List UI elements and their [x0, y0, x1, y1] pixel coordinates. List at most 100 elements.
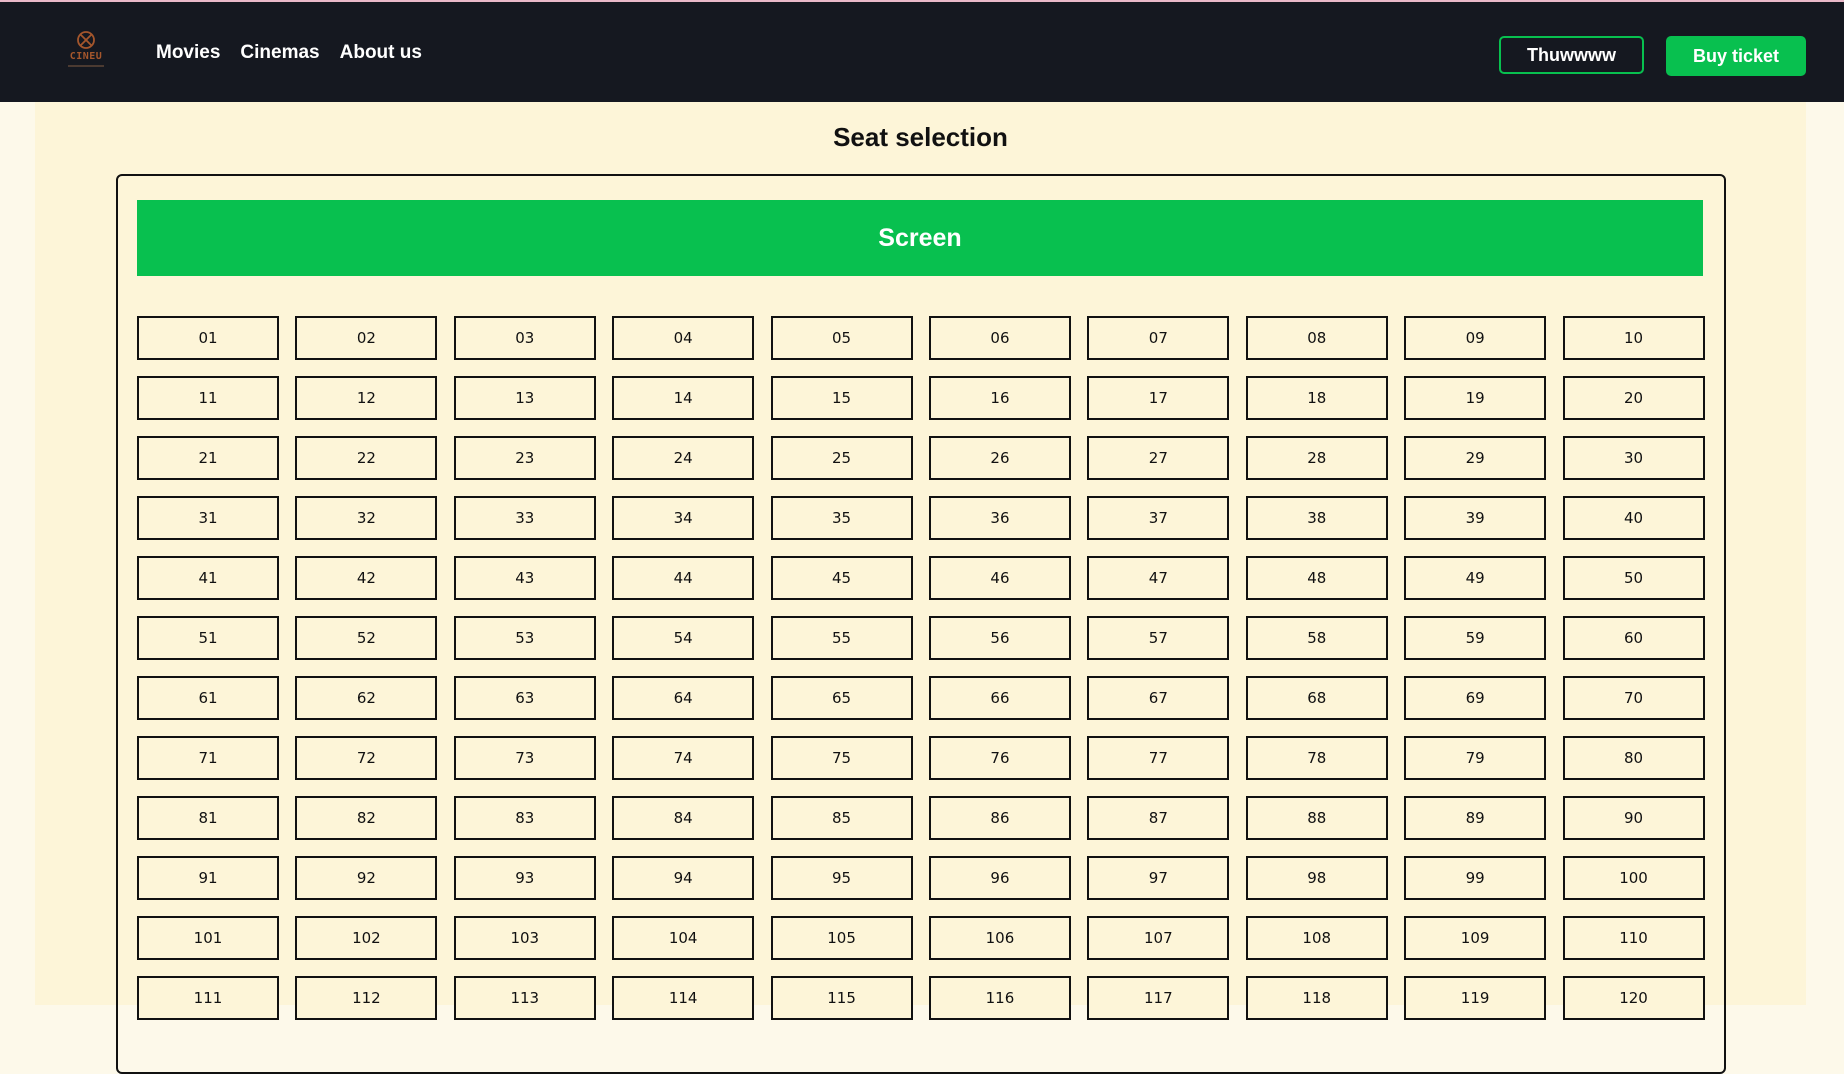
seat-button[interactable]: 19	[1404, 376, 1547, 420]
seat-button[interactable]: 115	[770, 976, 913, 1020]
seat-button[interactable]: 90	[1562, 796, 1705, 840]
seat-button[interactable]: 47	[1087, 556, 1230, 600]
seat-button[interactable]: 56	[928, 616, 1071, 660]
seat-button[interactable]: 107	[1087, 916, 1230, 960]
seat-button[interactable]: 49	[1404, 556, 1547, 600]
seat-button[interactable]: 33	[453, 496, 596, 540]
seat-button[interactable]: 28	[1245, 436, 1388, 480]
seat-button[interactable]: 27	[1087, 436, 1230, 480]
seat-button[interactable]: 101	[137, 916, 279, 960]
seat-button[interactable]: 54	[612, 616, 755, 660]
seat-button[interactable]: 58	[1245, 616, 1388, 660]
seat-button[interactable]: 52	[295, 616, 438, 660]
seat-button[interactable]: 14	[612, 376, 755, 420]
seat-button[interactable]: 67	[1087, 676, 1230, 720]
seat-button[interactable]: 46	[928, 556, 1071, 600]
seat-button[interactable]: 10	[1562, 316, 1705, 360]
seat-button[interactable]: 59	[1404, 616, 1547, 660]
seat-button[interactable]: 30	[1562, 436, 1705, 480]
seat-button[interactable]: 53	[453, 616, 596, 660]
seat-button[interactable]: 94	[612, 856, 755, 900]
seat-button[interactable]: 23	[453, 436, 596, 480]
seat-button[interactable]: 108	[1245, 916, 1388, 960]
seat-button[interactable]: 66	[928, 676, 1071, 720]
seat-button[interactable]: 114	[612, 976, 755, 1020]
seat-button[interactable]: 35	[770, 496, 913, 540]
seat-button[interactable]: 61	[137, 676, 279, 720]
seat-button[interactable]: 82	[295, 796, 438, 840]
seat-button[interactable]: 26	[928, 436, 1071, 480]
seat-button[interactable]: 02	[295, 316, 438, 360]
seat-button[interactable]: 01	[137, 316, 279, 360]
seat-button[interactable]: 89	[1404, 796, 1547, 840]
seat-button[interactable]: 04	[612, 316, 755, 360]
seat-button[interactable]: 103	[453, 916, 596, 960]
seat-button[interactable]: 69	[1404, 676, 1547, 720]
seat-button[interactable]: 40	[1562, 496, 1705, 540]
seat-button[interactable]: 36	[928, 496, 1071, 540]
seat-button[interactable]: 120	[1562, 976, 1705, 1020]
seat-button[interactable]: 112	[295, 976, 438, 1020]
seat-button[interactable]: 29	[1404, 436, 1547, 480]
seat-button[interactable]: 20	[1562, 376, 1705, 420]
seat-button[interactable]: 03	[453, 316, 596, 360]
seat-button[interactable]: 113	[453, 976, 596, 1020]
seat-button[interactable]: 74	[612, 736, 755, 780]
seat-button[interactable]: 98	[1245, 856, 1388, 900]
seat-button[interactable]: 84	[612, 796, 755, 840]
seat-button[interactable]: 68	[1245, 676, 1388, 720]
seat-button[interactable]: 07	[1087, 316, 1230, 360]
seat-button[interactable]: 73	[453, 736, 596, 780]
seat-button[interactable]: 06	[928, 316, 1071, 360]
seat-button[interactable]: 100	[1562, 856, 1705, 900]
seat-button[interactable]: 118	[1245, 976, 1388, 1020]
seat-button[interactable]: 88	[1245, 796, 1388, 840]
seat-button[interactable]: 60	[1562, 616, 1705, 660]
seat-button[interactable]: 45	[770, 556, 913, 600]
seat-button[interactable]: 44	[612, 556, 755, 600]
seat-button[interactable]: 117	[1087, 976, 1230, 1020]
seat-button[interactable]: 86	[928, 796, 1071, 840]
seat-button[interactable]: 91	[137, 856, 279, 900]
seat-button[interactable]: 62	[295, 676, 438, 720]
seat-button[interactable]: 96	[928, 856, 1071, 900]
seat-button[interactable]: 13	[453, 376, 596, 420]
seat-button[interactable]: 95	[770, 856, 913, 900]
seat-button[interactable]: 83	[453, 796, 596, 840]
seat-button[interactable]: 16	[928, 376, 1071, 420]
seat-button[interactable]: 111	[137, 976, 279, 1020]
seat-button[interactable]: 81	[137, 796, 279, 840]
seat-button[interactable]: 31	[137, 496, 279, 540]
seat-button[interactable]: 76	[928, 736, 1071, 780]
seat-button[interactable]: 43	[453, 556, 596, 600]
seat-button[interactable]: 99	[1404, 856, 1547, 900]
seat-button[interactable]: 09	[1404, 316, 1547, 360]
seat-button[interactable]: 78	[1245, 736, 1388, 780]
seat-button[interactable]: 24	[612, 436, 755, 480]
nav-link-about-us[interactable]: About us	[340, 40, 422, 66]
buy-ticket-button[interactable]: Buy ticket	[1666, 36, 1806, 76]
seat-button[interactable]: 64	[612, 676, 755, 720]
seat-button[interactable]: 48	[1245, 556, 1388, 600]
seat-button[interactable]: 104	[612, 916, 755, 960]
seat-button[interactable]: 72	[295, 736, 438, 780]
seat-button[interactable]: 102	[295, 916, 438, 960]
seat-button[interactable]: 39	[1404, 496, 1547, 540]
seat-button[interactable]: 71	[137, 736, 279, 780]
site-logo[interactable]: CINEU	[63, 30, 109, 76]
seat-button[interactable]: 109	[1404, 916, 1547, 960]
seat-button[interactable]: 51	[137, 616, 279, 660]
seat-button[interactable]: 80	[1562, 736, 1705, 780]
seat-button[interactable]: 37	[1087, 496, 1230, 540]
seat-button[interactable]: 63	[453, 676, 596, 720]
seat-button[interactable]: 87	[1087, 796, 1230, 840]
seat-button[interactable]: 50	[1562, 556, 1705, 600]
seat-button[interactable]: 22	[295, 436, 438, 480]
seat-button[interactable]: 93	[453, 856, 596, 900]
seat-button[interactable]: 42	[295, 556, 438, 600]
user-account-button[interactable]: Thuwwww	[1499, 36, 1644, 74]
seat-button[interactable]: 11	[137, 376, 279, 420]
seat-button[interactable]: 17	[1087, 376, 1230, 420]
seat-button[interactable]: 38	[1245, 496, 1388, 540]
seat-button[interactable]: 34	[612, 496, 755, 540]
